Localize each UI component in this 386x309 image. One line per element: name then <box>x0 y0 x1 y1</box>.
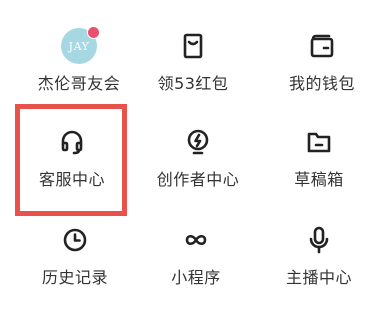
headset-icon <box>54 124 90 160</box>
menu-item-label: 杰伦哥友会 <box>37 74 121 93</box>
red-packet-icon <box>175 28 211 64</box>
menu-item-label: 历史记录 <box>41 268 108 287</box>
avatar: JAY <box>61 26 100 64</box>
menu-item-history[interactable]: 历史记录 <box>11 212 139 294</box>
menu-item-drafts[interactable]: 草稿箱 <box>255 114 383 196</box>
menu-item-red-packet[interactable]: 领53红包 <box>129 18 257 100</box>
service-menu-grid: JAY 杰伦哥友会 领53红包 我的钱包 客服中心 创作者中心 草稿箱 历史记录… <box>0 0 386 309</box>
jay-avatar-icon: JAY <box>61 26 100 64</box>
folder-icon <box>301 124 337 160</box>
menu-item-wallet[interactable]: 我的钱包 <box>258 18 386 100</box>
microphone-icon <box>301 222 337 258</box>
menu-item-label: 我的钱包 <box>288 74 355 93</box>
menu-item-label: 小程序 <box>171 268 221 287</box>
avatar-text: JAY <box>68 39 90 53</box>
menu-item-mini-program[interactable]: 小程序 <box>132 212 260 294</box>
menu-item-jay-fan-club[interactable]: JAY 杰伦哥友会 <box>15 18 143 100</box>
menu-item-label: 创作者中心 <box>156 170 240 189</box>
menu-item-label: 客服中心 <box>38 170 105 189</box>
menu-item-customer-service[interactable]: 客服中心 <box>8 114 136 196</box>
menu-item-label: 草稿箱 <box>294 170 344 189</box>
wallet-icon <box>304 28 340 64</box>
lightning-bulb-icon <box>180 124 216 160</box>
menu-item-host-center[interactable]: 主播中心 <box>255 212 383 294</box>
menu-item-creator-center[interactable]: 创作者中心 <box>134 114 262 196</box>
menu-item-label: 主播中心 <box>285 268 352 287</box>
infinity-link-icon <box>178 222 214 258</box>
menu-item-label: 领53红包 <box>157 74 229 93</box>
clock-icon <box>57 222 93 258</box>
notification-badge-dot <box>87 26 100 39</box>
